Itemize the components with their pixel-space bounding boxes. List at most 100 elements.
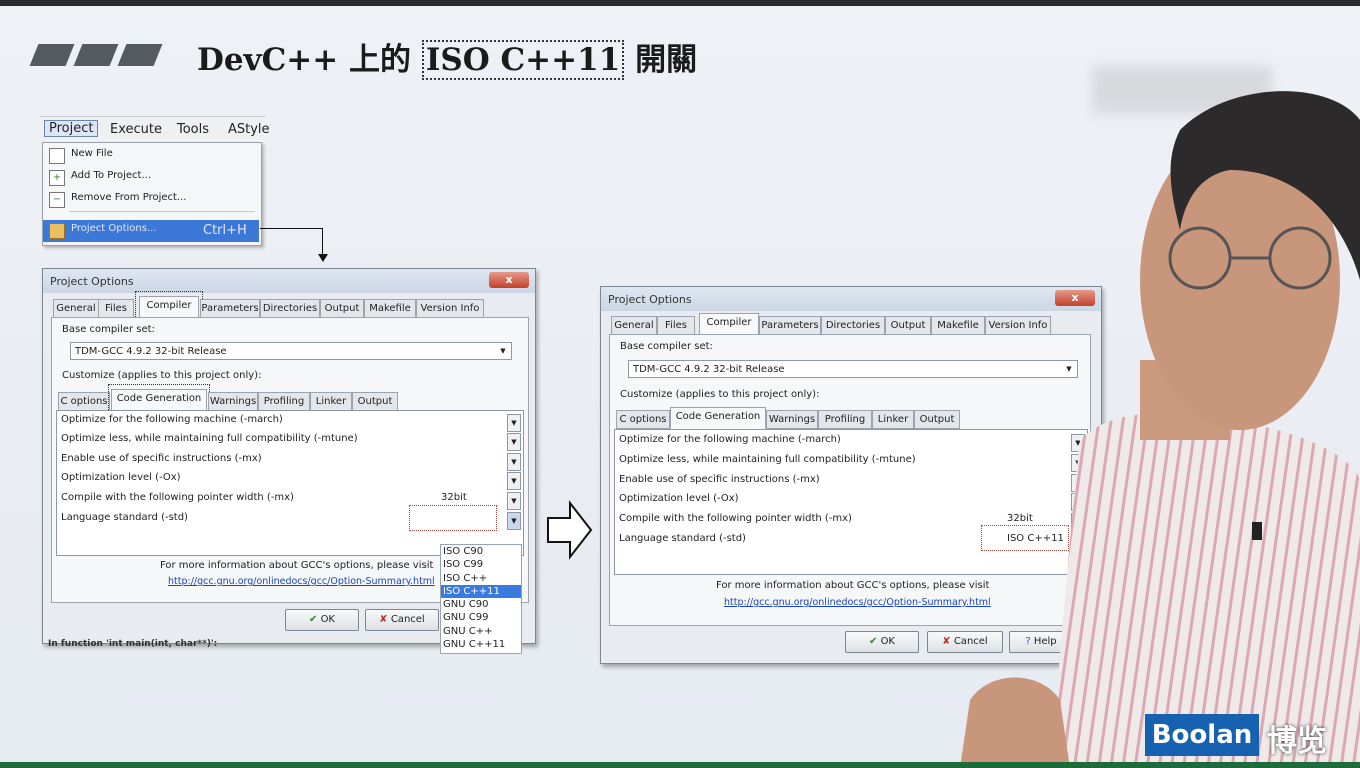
subtab-c-options[interactable]: C options [58,392,110,411]
ok-label: OK [320,614,335,625]
chevron-down-icon[interactable]: ▼ [507,453,521,471]
menu-item-label: Remove From Project... [71,192,187,203]
connector-line [260,228,323,229]
pointer-width-value: 32bit [441,492,467,503]
tab-parameters[interactable]: Parameters [200,299,260,318]
title-highlight: ISO C++11 [421,40,625,80]
gcc-options-link[interactable]: http://gcc.gnu.org/onlinedocs/gcc/Option… [168,576,435,587]
option-march: Optimize for the following machine (-mar… [619,434,841,445]
menu-project[interactable]: Project [44,120,99,137]
chevron-down-icon[interactable]: ▼ [507,433,521,451]
dialog-title: Project Options [50,275,134,288]
option-ox: Optimization level (-Ox) [61,472,181,483]
subtab-warnings[interactable]: Warnings [208,392,258,411]
subtab-code-generation[interactable]: Code Generation [670,407,766,429]
chevron-down-icon[interactable]: ▼ [507,472,521,490]
std-option[interactable]: GNU C++ [441,625,521,638]
presenter-figure [960,91,1360,768]
menu-shortcut: Ctrl+H [203,223,247,238]
option-mtune: Optimize less, while maintaining full co… [619,454,916,465]
check-icon: ✔ [869,636,881,647]
tab-compiler[interactable]: Compiler [699,313,759,335]
option-mtune: Optimize less, while maintaining full co… [61,433,358,444]
customize-label: Customize (applies to this project only)… [620,389,820,400]
option-std: Language standard (-std) [61,512,188,523]
menu-execute[interactable]: Execute [110,122,162,137]
tab-output[interactable]: Output [320,299,364,318]
dialog-titlebar: Project Options [43,269,535,293]
tab-general[interactable]: General [53,299,99,318]
tab-output[interactable]: Output [885,316,931,335]
highlight-std-value [409,505,497,531]
menu-tools[interactable]: Tools [177,122,209,137]
ok-label: OK [880,636,895,647]
option-mx-instructions: Enable use of specific instructions (-mx… [61,453,262,464]
chevron-down-icon[interactable]: ▼ [507,492,521,510]
ok-button[interactable]: ✔ OK [845,631,919,653]
base-compiler-value: TDM-GCC 4.9.2 32-bit Release [633,364,785,375]
menu-item-new-file[interactable]: New File [43,145,259,167]
chevron-down-icon[interactable]: ▼ [507,414,521,432]
tab-makefile[interactable]: Makefile [364,299,416,318]
menu-item-label: Add To Project... [71,170,151,181]
std-option[interactable]: ISO C++ [441,572,521,585]
base-compiler-label: Base compiler set: [62,324,155,335]
cancel-button[interactable]: ✘ Cancel [365,609,439,631]
bottom-border [0,762,1360,768]
subtab-warnings[interactable]: Warnings [766,410,818,429]
std-option[interactable]: GNU C90 [441,598,521,611]
check-icon: ✔ [309,614,321,625]
tab-directories[interactable]: Directories [260,299,320,318]
menu-item-remove-from-project[interactable]: − Remove From Project... [43,189,259,211]
option-pointer-width: Compile with the following pointer width… [619,513,852,524]
title-prefix: DevC++ 上的 [197,42,422,78]
cancel-label: Cancel [390,614,425,625]
option-march: Optimize for the following machine (-mar… [61,414,283,425]
info-text: For more information about GCC's options… [160,560,434,571]
chevron-down-icon[interactable]: ▼ [507,512,521,530]
std-option[interactable]: ISO C90 [441,545,521,558]
tab-version-info[interactable]: Version Info [416,299,484,318]
project-menu-dropdown: New File + Add To Project... − Remove Fr… [42,142,262,246]
logo-brand: Boolan [1145,714,1259,756]
connector-arrowhead [318,254,328,262]
menu-item-label: Project Options... [71,223,157,234]
new-file-icon [49,148,65,164]
boolan-logo: Boolan 博览 [1145,714,1359,760]
logo-chinese: 博览 [1267,724,1327,759]
subtab-linker[interactable]: Linker [872,410,914,429]
subtab-output[interactable]: Output [352,392,398,411]
code-generation-options: Optimize for the following machine (-mar… [56,410,524,556]
right-arrow-icon [547,500,593,560]
menu-separator [69,211,255,212]
option-ox: Optimization level (-Ox) [619,493,739,504]
std-option[interactable]: ISO C99 [441,558,521,571]
tab-files[interactable]: Files [657,316,695,335]
option-mx-instructions: Enable use of specific instructions (-mx… [619,474,820,485]
language-standard-list: ISO C90 ISO C99 ISO C++ ISO C++11 GNU C9… [440,544,522,654]
subtab-profiling[interactable]: Profiling [818,410,872,429]
menu-item-label: New File [71,148,113,159]
menu-item-add-to-project[interactable]: + Add To Project... [43,167,259,189]
std-option[interactable]: GNU C++11 [441,638,521,651]
subtab-linker[interactable]: Linker [310,392,352,411]
tab-files[interactable]: Files [98,299,134,318]
remove-icon: − [49,192,65,208]
std-option[interactable]: GNU C99 [441,611,521,624]
slide-title: DevC++ 上的 ISO C++11 開關 [197,34,697,80]
close-button[interactable]: x [489,272,529,288]
ok-button[interactable]: ✔ OK [285,609,359,631]
cross-icon: ✘ [379,614,391,625]
base-compiler-select[interactable]: TDM-GCC 4.9.2 32-bit Release ▼ [70,342,512,360]
subtab-c-options[interactable]: C options [616,410,670,429]
subtab-profiling[interactable]: Profiling [258,392,310,411]
std-option-selected[interactable]: ISO C++11 [441,584,521,599]
tab-parameters[interactable]: Parameters [759,316,821,335]
base-compiler-label: Base compiler set: [620,341,713,352]
connector-line [322,228,323,256]
menu-item-project-options[interactable]: Project Options... Ctrl+H [43,220,259,242]
tab-directories[interactable]: Directories [821,316,885,335]
menu-astyle[interactable]: AStyle [228,122,270,137]
tab-general[interactable]: General [611,316,657,335]
top-border [0,0,1360,6]
